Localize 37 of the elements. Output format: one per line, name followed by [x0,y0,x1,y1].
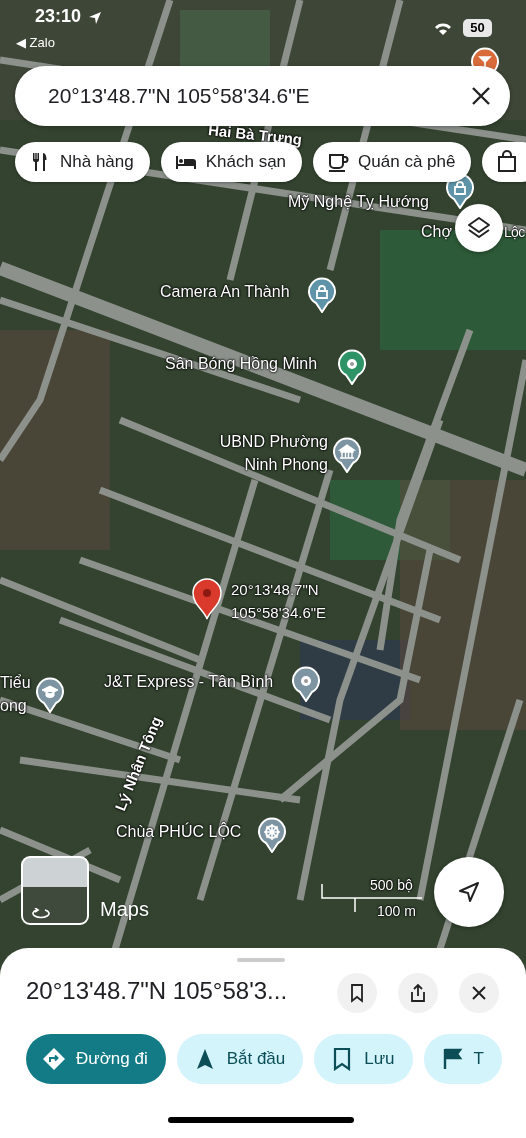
coordinates-label: 20°13'48.7"N 105°58'34.6"E [231,580,327,623]
category-chip[interactable]: Quán cà phê [313,142,472,182]
wifi-icon [433,21,453,36]
close-button[interactable] [459,973,499,1013]
logo-text: Maps [100,898,149,921]
navigation-arrow-icon [457,880,481,904]
scale-label: 500 bộ [370,876,413,894]
battery-indicator: 50 [463,19,492,37]
action-button[interactable]: Bắt đầu [176,1034,304,1084]
back-to-app-link[interactable]: ◀ Zalo [16,35,55,50]
share-icon [408,983,428,1003]
place-label[interactable]: UBND Phường Ninh Phong [200,430,328,476]
rotate-icon [31,908,51,920]
action-button[interactable]: Đường đi [26,1034,166,1084]
search-field[interactable]: 20°13'48.7"N 105°58'34.6"E [15,66,510,126]
save-button[interactable] [337,973,377,1013]
category-chip[interactable]: Nhà hàng [15,142,150,182]
share-button[interactable] [398,973,438,1013]
place-label[interactable]: Sân Bóng Hồng Minh [165,352,318,375]
action-button[interactable]: Lưu [314,1034,413,1084]
directions-icon [42,1047,66,1071]
location-pin-icon [192,578,222,620]
place-label[interactable]: Chùa PHÚC LỘC [116,820,242,843]
category-chip[interactable] [482,142,526,182]
close-icon [470,85,492,107]
place-label[interactable]: Lộc [504,221,525,244]
place-label[interactable]: Camera An Thành [160,280,290,303]
layers-icon [466,215,492,241]
action-button[interactable]: T [423,1034,502,1084]
scale-label: 100 m [377,902,416,920]
status-time: 23:10 [35,6,82,27]
location-arrow-icon [88,11,102,25]
drag-handle[interactable] [237,958,285,962]
street-view-thumbnail[interactable] [21,856,89,925]
place-title: 20°13'48.7"N 105°58'3... [26,977,288,1005]
search-input[interactable]: 20°13'48.7"N 105°58'34.6"E [46,83,466,109]
place-label[interactable]: Chợ [421,220,452,243]
